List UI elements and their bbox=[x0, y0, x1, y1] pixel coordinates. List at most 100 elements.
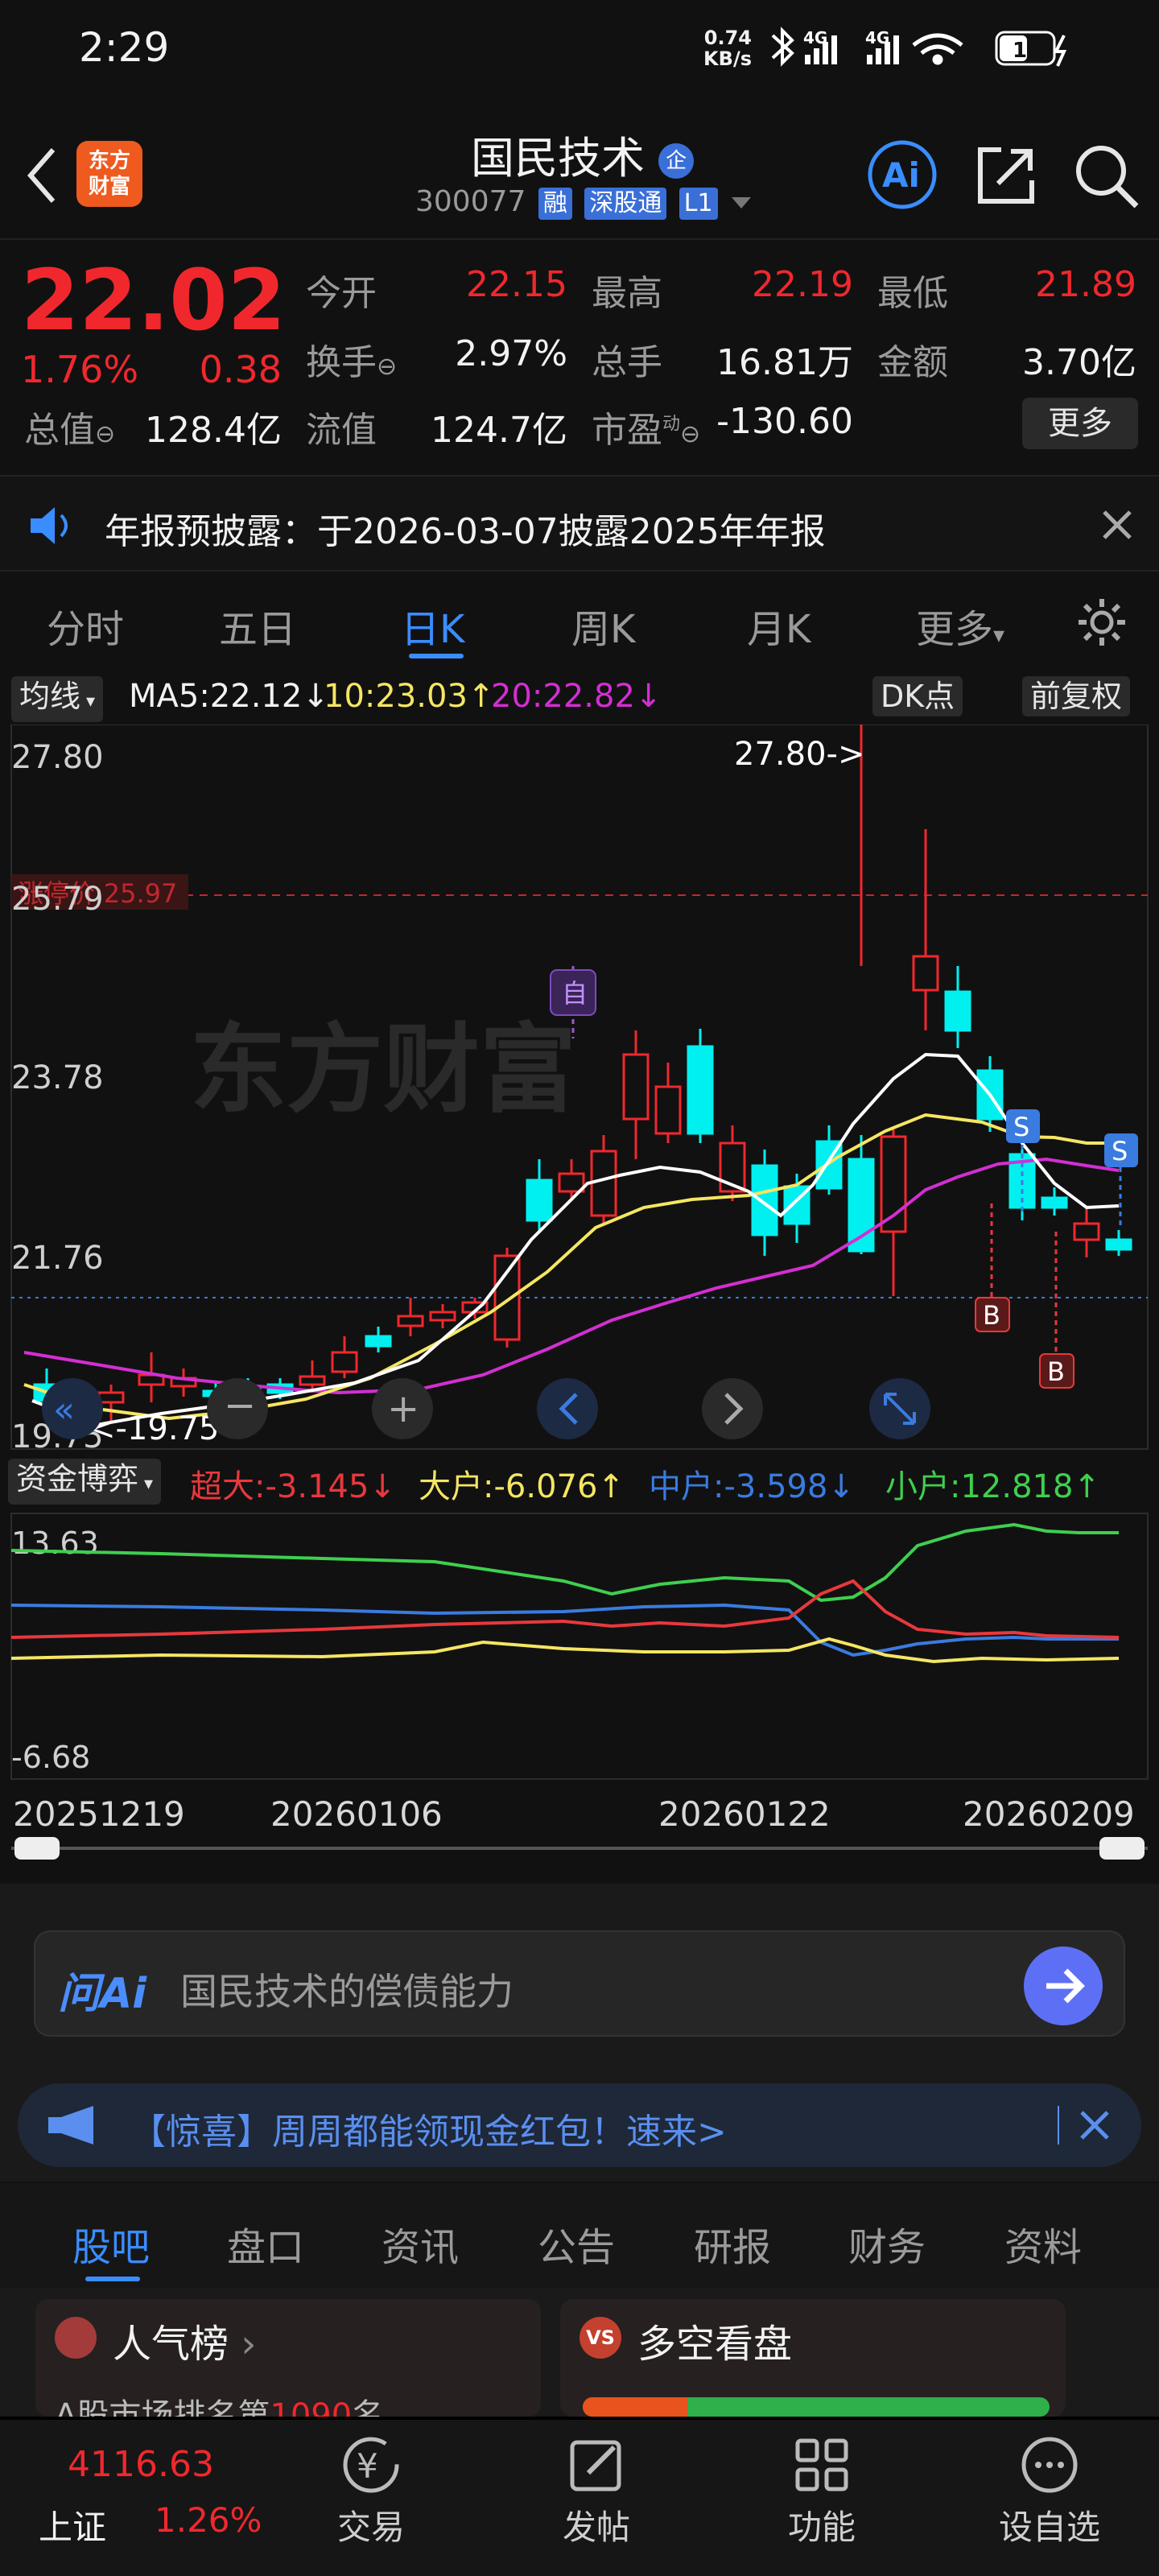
bull-bear-bar bbox=[583, 2397, 1050, 2417]
tab-announcements[interactable]: 公告 bbox=[538, 2215, 615, 2272]
candle bbox=[331, 1351, 358, 1373]
nav-post[interactable]: 发帖 bbox=[544, 2433, 649, 2570]
bull-bear-title: 多空看盘 bbox=[637, 2322, 793, 2367]
fund-y-top: 13.63 bbox=[11, 1525, 99, 1561]
stock-code-row: 300077 融 深股通 L1 bbox=[415, 185, 752, 220]
date-4: 20260209 bbox=[963, 1794, 1135, 1834]
tab-guba[interactable]: 股吧 bbox=[72, 2215, 150, 2272]
more-button[interactable]: 更多 bbox=[1022, 398, 1138, 449]
scroll-handle-right bbox=[1099, 1837, 1145, 1860]
vs-icon: VS bbox=[580, 2317, 621, 2359]
fund-legend: 资金博弈 ▾ 超大:-3.145↓ 大户:-6.076↑ 中户:-3.598↓ … bbox=[0, 1454, 1159, 1510]
candle bbox=[654, 1085, 682, 1135]
battery-level: 10 bbox=[1013, 39, 1041, 63]
tab-research[interactable]: 研报 bbox=[694, 2215, 771, 2272]
super-fund-value: 超大:-3.145↓ bbox=[190, 1468, 396, 1505]
stock-code: 300077 bbox=[415, 185, 526, 218]
tab-news[interactable]: 资讯 bbox=[382, 2215, 459, 2272]
nav-add-watchlist[interactable]: 设自选 bbox=[985, 2433, 1114, 2570]
candle bbox=[1041, 1196, 1068, 1209]
adjust-button[interactable]: 前复权 bbox=[1022, 676, 1131, 716]
tab-monthly-k[interactable]: 月K bbox=[747, 597, 810, 654]
last-price: 22.02 bbox=[21, 251, 286, 349]
mcap-value: 128.4亿 bbox=[145, 410, 282, 451]
candle bbox=[365, 1335, 392, 1348]
arrow-right-icon bbox=[1046, 1968, 1085, 2004]
notice-text: 年报预披露：于2026-03-07披露2025年年报 bbox=[105, 511, 826, 552]
search-icon[interactable] bbox=[1070, 140, 1143, 213]
high-value: 22.19 bbox=[752, 264, 853, 305]
low-label: 最低 bbox=[877, 273, 948, 314]
candle bbox=[1105, 1238, 1132, 1251]
close-icon[interactable] bbox=[1077, 2107, 1112, 2143]
settings-gear-icon[interactable] bbox=[1075, 596, 1128, 649]
candle bbox=[944, 990, 971, 1032]
bull-bear-card[interactable]: VS 多空看盘 bbox=[560, 2299, 1066, 2417]
promo-section: 【惊喜】周周都能领现金红包！速来> bbox=[0, 2061, 1159, 2182]
edit-icon bbox=[570, 2440, 621, 2491]
tab-daily-k[interactable]: 日K bbox=[401, 597, 464, 654]
candle bbox=[493, 1254, 521, 1341]
ranking-icon bbox=[55, 2317, 97, 2359]
ai-search-box[interactable]: 问Ai 国民技术的偿债能力 bbox=[34, 1930, 1125, 2037]
dk-point-button[interactable]: DK点 bbox=[872, 676, 963, 716]
nav-functions[interactable]: 功能 bbox=[769, 2433, 874, 2570]
svg-text:+: + bbox=[387, 1386, 419, 1431]
promo-banner[interactable]: 【惊喜】周周都能领现金红包！速来> bbox=[18, 2083, 1141, 2167]
section-tab-indicator bbox=[85, 2277, 140, 2281]
min-marker: <-19.75 bbox=[89, 1410, 219, 1447]
candle bbox=[299, 1375, 326, 1386]
date-1: 20251219 bbox=[13, 1794, 185, 1834]
app-logo: 东方 财富 bbox=[76, 141, 142, 207]
status-icons: 4G 4G 10 bbox=[771, 27, 1067, 67]
ai-section: 问Ai 国民技术的偿债能力 bbox=[0, 1884, 1159, 2061]
tab-more[interactable]: 更多▾ bbox=[916, 597, 1004, 654]
pe-label: 市盈动⊖ bbox=[592, 410, 701, 451]
megaphone-icon bbox=[48, 2106, 93, 2145]
notice-bar[interactable]: 年报预披露：于2026-03-07披露2025年年报 bbox=[0, 475, 1159, 572]
close-icon[interactable] bbox=[1099, 507, 1135, 543]
charging-icon bbox=[1053, 35, 1067, 67]
speaker-icon bbox=[31, 507, 68, 544]
tab-weekly-k[interactable]: 周K bbox=[571, 597, 635, 654]
tab-five-day[interactable]: 五日 bbox=[219, 597, 296, 654]
ma-selector[interactable]: 均线 ▾ bbox=[11, 676, 104, 722]
volume-value: 16.81万 bbox=[716, 342, 853, 383]
change-amount: 0.38 bbox=[199, 348, 282, 391]
large-fund-line bbox=[10, 1637, 1120, 1664]
float-label: 流值 bbox=[306, 410, 377, 451]
index-pct: 1.26% bbox=[155, 2500, 262, 2540]
candle bbox=[397, 1315, 424, 1327]
date-3: 20260122 bbox=[658, 1794, 831, 1834]
large-fund-value: 大户:-6.076↑ bbox=[419, 1468, 625, 1505]
scroll-handle-left bbox=[14, 1837, 60, 1860]
svg-text:«: « bbox=[53, 1389, 75, 1430]
tab-intraday[interactable]: 分时 bbox=[47, 597, 124, 654]
candle bbox=[912, 955, 939, 992]
fund-selector[interactable]: 资金博弈 ▾ bbox=[8, 1459, 162, 1505]
ai-icon[interactable]: Ai bbox=[866, 138, 938, 211]
tab-pankou[interactable]: 盘口 bbox=[227, 2215, 304, 2272]
date-2: 20260106 bbox=[270, 1794, 443, 1834]
grid-icon bbox=[795, 2438, 848, 2491]
ai-submit-button[interactable] bbox=[1024, 1946, 1103, 2025]
index-name: 上证 bbox=[39, 2508, 107, 2547]
mcap-label: 总值⊖ bbox=[24, 410, 116, 451]
turnover-label: 换手⊖ bbox=[306, 342, 398, 383]
back-icon[interactable] bbox=[23, 143, 63, 208]
tab-finance[interactable]: 财务 bbox=[848, 2215, 926, 2272]
y-label-top: 27.80 bbox=[11, 739, 104, 776]
share-icon[interactable] bbox=[974, 143, 1038, 208]
tag-level: L1 bbox=[678, 188, 718, 220]
cards-area: 人气榜 › A股市场排名第1090名 VS 多空看盘 bbox=[0, 2288, 1159, 2434]
tab-profile[interactable]: 资料 bbox=[1004, 2215, 1082, 2272]
amount-value: 3.70亿 bbox=[1022, 342, 1136, 383]
candle bbox=[590, 1150, 617, 1217]
max-marker: 27.80-> bbox=[734, 736, 864, 773]
candle bbox=[97, 1391, 125, 1404]
kline-chart[interactable]: 东方财富 涨停价:25.97 27.80 25.79 23.78 21.76 1… bbox=[0, 724, 1159, 1868]
ma10-value: 10:23.03↑ bbox=[324, 678, 495, 715]
nav-trade[interactable]: ¥ 交易 bbox=[319, 2433, 423, 2570]
popularity-card[interactable]: 人气榜 › A股市场排名第1090名 bbox=[35, 2299, 541, 2434]
pan-right-icon bbox=[702, 1378, 763, 1439]
